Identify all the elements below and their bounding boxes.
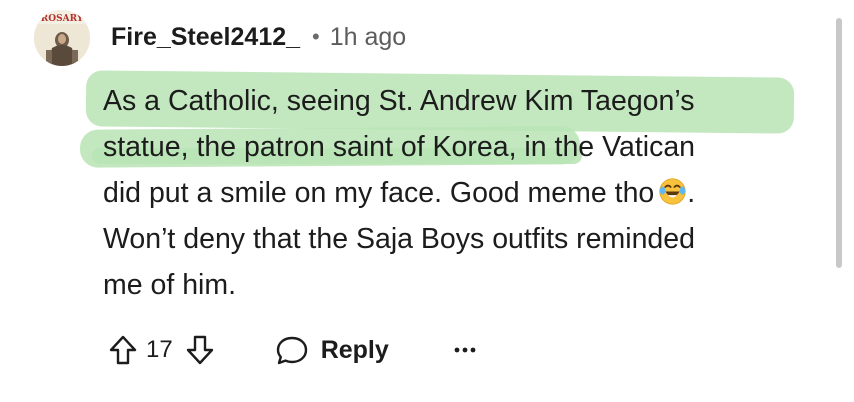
ellipsis-icon [454,347,476,353]
author-username[interactable]: Fire_Steel2412_ [111,23,300,52]
comment-timestamp: 1h ago [329,22,407,51]
arrow-down-icon [186,335,213,365]
meta-separator: • [312,24,320,49]
comment-body-line: statue, the patron saint of Korea, in th… [103,131,696,163]
comment-body-line: me of him. [103,269,237,301]
scrollbar[interactable] [836,18,842,268]
comment-body-line: did put a smile on my face. Good meme th… [103,170,823,216]
trailing-punctuation: . [687,177,696,209]
comment-card: ROSARY Fire_Steel2412_ • 1h ago As a Cat… [0,0,854,402]
comment-body-line: As a Catholic, seeing St. Andrew Kim Tae… [103,85,695,117]
avatar[interactable]: ROSARY [34,10,90,66]
more-options-button[interactable] [453,340,477,360]
speech-bubble-icon [276,336,307,365]
downvote-button[interactable] [183,333,217,367]
vote-count: 17 [146,336,173,363]
avatar-badge-text: ROSARY [41,14,84,24]
comment-actions: 17 Reply [106,330,477,370]
profile-avatar-image: ROSARY [34,10,90,66]
tears-of-joy-emoji-icon [659,178,686,205]
comment-body-line-text: did put a smile on my face. Good meme th… [103,177,655,209]
reply-label: Reply [320,335,389,364]
upvote-button[interactable] [106,333,140,367]
comment-body: As a Catholic, seeing St. Andrew Kim Tae… [103,78,823,308]
comment-body-line: Won’t deny that the Saja Boys outfits re… [103,223,695,255]
reply-button[interactable]: Reply [275,334,389,366]
arrow-up-icon [109,335,137,365]
comment-header: Fire_Steel2412_ • 1h ago [111,20,406,54]
